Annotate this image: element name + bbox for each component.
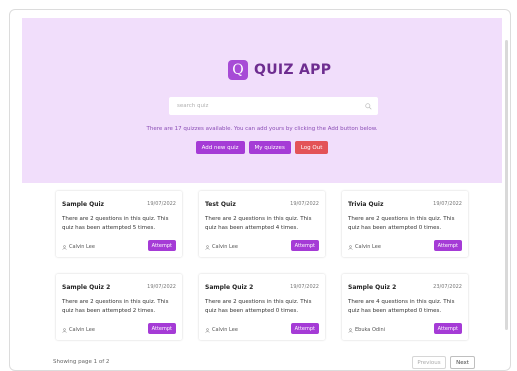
quiz-title: Trivia Quiz [348,201,384,208]
user-icon [205,327,210,333]
quiz-date: 23/07/2022 [433,284,462,290]
quiz-date: 19/07/2022 [290,284,319,290]
quiz-author: Ebuka Odini [348,327,385,333]
user-icon [348,244,353,250]
scrollbar[interactable] [505,40,508,330]
quiz-title: Sample Quiz 2 [62,284,111,291]
attempt-button[interactable]: Attempt [433,323,462,334]
quiz-card: Sample Quiz 2 19/07/2022 There are 2 que… [199,274,325,340]
search-input[interactable] [175,102,359,110]
quiz-author: Calvin Lee [348,244,381,250]
quiz-logo-icon: Q [228,60,248,80]
add-quiz-button[interactable]: Add new quiz [195,141,245,154]
next-page-button[interactable]: Next [450,356,475,369]
quiz-author: Calvin Lee [205,244,238,250]
quiz-author-name: Ebuka Odini [355,327,386,333]
attempt-button[interactable]: Attempt [147,240,176,251]
quiz-description: There are 4 questions in this quiz. This… [348,299,455,314]
quiz-author-name: Calvin Lee [212,244,238,250]
quiz-author-name: Calvin Lee [212,327,238,333]
quiz-author: Calvin Lee [205,327,238,333]
quiz-description: There are 2 questions in this quiz. This… [62,216,169,231]
quiz-card: Sample Quiz 19/07/2022 There are 2 quest… [56,191,182,257]
user-icon [62,244,67,250]
pagination-status: Showing page 1 of 2 [53,359,110,365]
quiz-author-name: Calvin Lee [69,327,95,333]
quiz-card: Trivia Quiz 19/07/2022 There are 2 quest… [342,191,468,257]
attempt-button[interactable]: Attempt [147,323,176,334]
app-title: QUIZ APP [254,62,332,78]
my-quizzes-button[interactable]: My quizzes [248,141,291,154]
attempt-button[interactable]: Attempt [433,240,462,251]
quiz-description: There are 2 questions in this quiz. This… [205,216,312,231]
quiz-date: 19/07/2022 [290,201,319,207]
quiz-card: Test Quiz 19/07/2022 There are 2 questio… [199,191,325,257]
quiz-date: 19/07/2022 [147,284,176,290]
quiz-date: 19/07/2022 [147,201,176,207]
quiz-card: Sample Quiz 2 19/07/2022 There are 2 que… [56,274,182,340]
quiz-author-name: Calvin Lee [69,244,95,250]
quiz-card: Sample Quiz 2 23/07/2022 There are 4 que… [342,274,468,340]
quiz-title: Sample Quiz 2 [348,284,397,291]
quiz-count-info: There are 17 quizzes available. You can … [146,126,378,132]
search-icon[interactable] [365,102,372,110]
app-window: Q QUIZ APP There are 17 quizzes availabl… [9,9,511,371]
user-icon [205,244,210,250]
search-box[interactable] [169,97,378,115]
action-buttons: Add new quiz My quizzes Log Out [22,141,502,154]
hero-banner: Q QUIZ APP There are 17 quizzes availabl… [22,18,502,183]
quiz-author: Calvin Lee [62,327,95,333]
quiz-title: Test Quiz [205,201,236,208]
logout-button[interactable]: Log Out [294,141,329,154]
quiz-title: Sample Quiz [62,201,105,208]
quiz-date: 19/07/2022 [433,201,462,207]
quiz-description: There are 2 questions in this quiz. This… [348,216,455,231]
quiz-description: There are 2 questions in this quiz. This… [62,299,169,314]
quiz-title: Sample Quiz 2 [205,284,254,291]
quiz-author-name: Calvin Lee [355,244,381,250]
quiz-description: There are 2 questions in this quiz. This… [205,299,312,314]
attempt-button[interactable]: Attempt [290,323,319,334]
previous-page-button[interactable]: Previous [412,356,446,369]
quiz-author: Calvin Lee [62,244,95,250]
attempt-button[interactable]: Attempt [290,240,319,251]
user-icon [62,327,67,333]
user-icon [348,327,353,333]
